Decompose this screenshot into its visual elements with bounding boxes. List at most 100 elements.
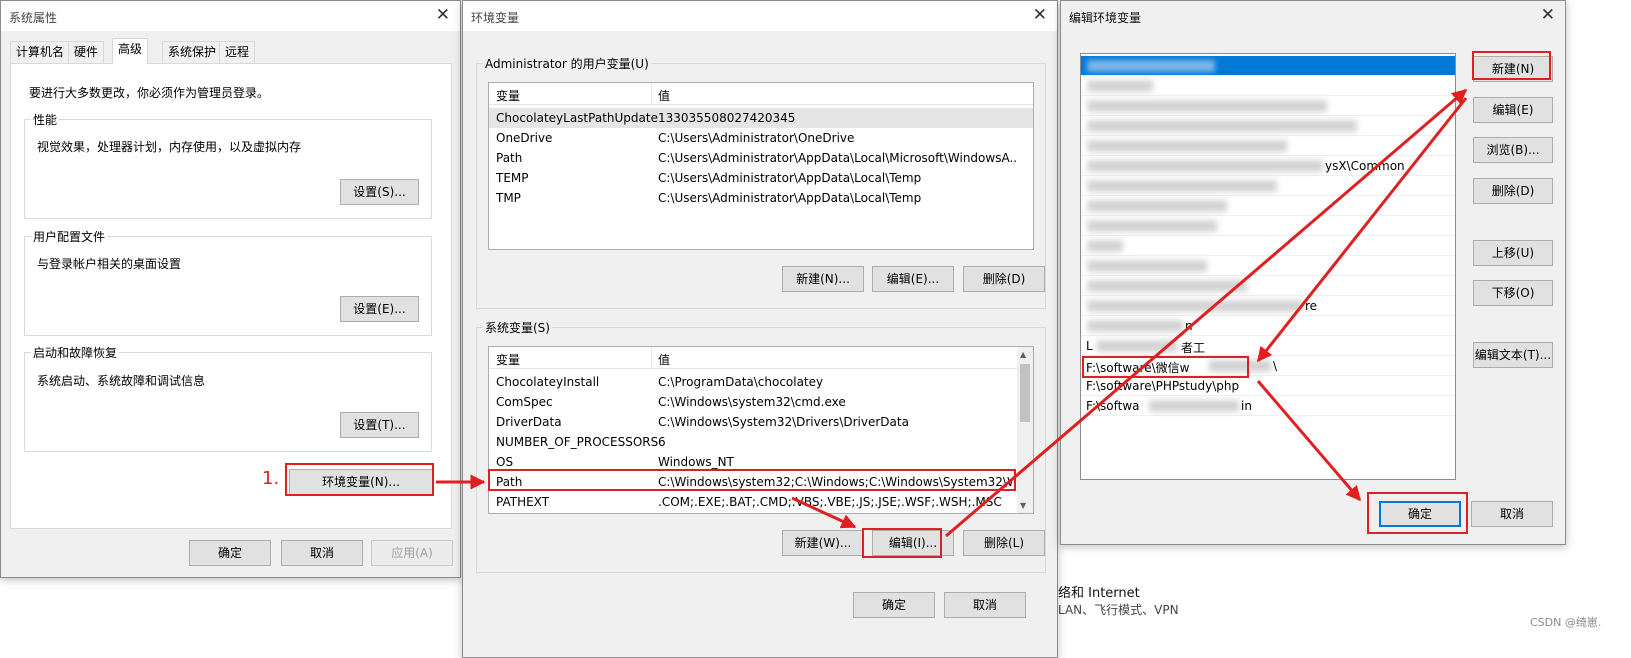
variable-name: ChocolateyInstall: [496, 375, 600, 389]
redacted-text: [1087, 300, 1303, 312]
system-delete-button[interactable]: 删除(L): [963, 530, 1045, 556]
user-profile-label: 用户配置文件: [31, 228, 108, 245]
table-row[interactable]: TMP C:\Users\Administrator\AppData\Local…: [489, 188, 1033, 208]
variable-value: C:\Windows\system32\cmd.exe: [658, 395, 846, 409]
scroll-down-icon[interactable]: ▼: [1020, 501, 1026, 510]
list-item[interactable]: [1081, 276, 1455, 296]
close-icon[interactable]: ✕: [436, 5, 450, 25]
redacted-text: [1087, 100, 1327, 112]
column-divider[interactable]: [651, 83, 652, 105]
column-value[interactable]: 值: [658, 87, 670, 104]
user-new-button[interactable]: 新建(N)...: [782, 266, 864, 292]
variable-name: OS: [496, 455, 514, 469]
list-item[interactable]: [1081, 236, 1455, 256]
cancel-button[interactable]: 取消: [281, 540, 363, 566]
vertical-scrollbar[interactable]: ▲ ▼: [1017, 347, 1033, 513]
scrollbar-thumb[interactable]: [1020, 364, 1030, 422]
user-variables-list[interactable]: 变量 值 ChocolateyLastPathUpdate 1330355080…: [488, 82, 1034, 250]
table-row[interactable]: ChocolateyInstall C:\ProgramData\chocola…: [489, 372, 1033, 392]
list-item[interactable]: [1081, 56, 1455, 76]
startup-settings-button[interactable]: 设置(T)...: [340, 412, 419, 438]
ok-button[interactable]: 确定: [189, 540, 271, 566]
cancel-button[interactable]: 取消: [1471, 501, 1553, 527]
list-item[interactable]: [1081, 196, 1455, 216]
list-item[interactable]: [1081, 116, 1455, 136]
path-fragment: re: [1305, 299, 1318, 313]
performance-desc: 视觉效果，处理器计划，内存使用，以及虚拟内存: [37, 140, 302, 154]
path-fragment: ysX\Common: [1325, 159, 1405, 173]
redacted-text: [1087, 320, 1183, 332]
edit-text-button[interactable]: 编辑文本(T)...: [1473, 342, 1553, 368]
table-row[interactable]: PATHEXT .COM;.EXE;.BAT;.CMD;.VBS;.VBE;.J…: [489, 492, 1033, 512]
variable-name: TMP: [496, 191, 521, 205]
table-row[interactable]: ChocolateyLastPathUpdate 133035508027420…: [489, 108, 1033, 128]
list-item[interactable]: [1081, 176, 1455, 196]
list-item[interactable]: ysX\Common: [1081, 156, 1455, 176]
tab-system-protection[interactable]: 系统保护: [162, 41, 223, 63]
tab-computer-name[interactable]: 计算机名: [10, 41, 71, 63]
column-variable[interactable]: 变量: [496, 351, 520, 368]
variable-name: Path: [496, 151, 523, 165]
system-properties-window: 系统属性 ✕ 计算机名 硬件 高级 系统保护 远程 要进行大多数更改，你必须作为…: [0, 0, 461, 578]
table-row[interactable]: OneDrive C:\Users\Administrator\OneDrive: [489, 128, 1033, 148]
user-profile-desc: 与登录帐户相关的桌面设置: [37, 257, 182, 271]
user-delete-button[interactable]: 删除(D): [963, 266, 1045, 292]
list-item[interactable]: [1081, 76, 1455, 96]
close-icon[interactable]: ✕: [1033, 5, 1047, 25]
list-item[interactable]: [1081, 256, 1455, 276]
variable-value: C:\Users\Administrator\AppData\Local\Tem…: [658, 171, 922, 185]
list-item[interactable]: n: [1081, 316, 1455, 336]
list-item[interactable]: [1081, 136, 1455, 156]
column-divider[interactable]: [651, 347, 652, 369]
environment-variables-window: 环境变量 ✕ Administrator 的用户变量(U) 变量 值 Choco…: [462, 0, 1058, 658]
column-variable[interactable]: 变量: [496, 87, 520, 104]
variable-value: C:\Windows\System32\Drivers\DriverData: [658, 415, 909, 429]
list-item[interactable]: F:\softwa in: [1081, 396, 1455, 416]
move-down-button[interactable]: 下移(O): [1473, 280, 1553, 306]
system-variables-list[interactable]: 变量 值 ChocolateyInstall C:\ProgramData\ch…: [488, 346, 1034, 514]
env-titlebar: 环境变量 ✕: [463, 1, 1057, 31]
tab-advanced[interactable]: 高级: [112, 38, 149, 64]
table-row[interactable]: OS Windows_NT: [489, 452, 1033, 472]
delete-entry-button[interactable]: 删除(D): [1473, 178, 1553, 204]
table-row[interactable]: Path C:\Windows\system32;C:\Windows;C:\W…: [489, 472, 1033, 492]
path-fragment: \: [1273, 359, 1278, 373]
table-row[interactable]: DriverData C:\Windows\System32\Drivers\D…: [489, 412, 1033, 432]
new-entry-button[interactable]: 新建(N): [1473, 56, 1553, 82]
close-icon[interactable]: ✕: [1541, 5, 1555, 25]
scroll-up-icon[interactable]: ▲: [1020, 350, 1026, 359]
column-value[interactable]: 值: [658, 351, 670, 368]
list-item[interactable]: F:\software\PHPstudy\php: [1081, 376, 1455, 396]
environment-variables-button[interactable]: 环境变量(N)...: [289, 469, 433, 495]
variable-name: PATHEXT: [496, 495, 550, 509]
user-edit-button[interactable]: 编辑(E)...: [872, 266, 954, 292]
system-new-button[interactable]: 新建(W)...: [782, 530, 864, 556]
variable-value: C:\Users\Administrator\AppData\Local\Mic…: [658, 151, 1018, 165]
move-up-button[interactable]: 上移(U): [1473, 240, 1553, 266]
user-profile-settings-button[interactable]: 设置(E)...: [340, 296, 419, 322]
list-item[interactable]: L 者工: [1081, 336, 1455, 356]
redacted-text: [1097, 340, 1177, 352]
ok-button[interactable]: 确定: [853, 592, 935, 618]
list-item[interactable]: re: [1081, 296, 1455, 316]
table-row[interactable]: TEMP C:\Users\Administrator\AppData\Loca…: [489, 168, 1033, 188]
edit-entry-button[interactable]: 编辑(E): [1473, 97, 1553, 123]
performance-settings-button[interactable]: 设置(S)...: [340, 179, 419, 205]
system-edit-button[interactable]: 编辑(I)...: [872, 530, 954, 556]
path-entries-list[interactable]: ysX\Common re n L 者工 F:\software\微信w \ F…: [1080, 53, 1456, 480]
browse-button[interactable]: 浏览(B)...: [1473, 137, 1553, 163]
variable-name: TEMP: [496, 171, 529, 185]
redacted-text: [1209, 360, 1271, 372]
table-row[interactable]: NUMBER_OF_PROCESSORS 6: [489, 432, 1033, 452]
table-row[interactable]: Path C:\Users\Administrator\AppData\Loca…: [489, 148, 1033, 168]
tab-hardware[interactable]: 硬件: [68, 41, 105, 63]
redacted-text: [1087, 60, 1215, 72]
list-item[interactable]: [1081, 96, 1455, 116]
list-item[interactable]: [1081, 216, 1455, 236]
cancel-button[interactable]: 取消: [944, 592, 1026, 618]
tab-remote[interactable]: 远程: [219, 41, 256, 63]
list-item[interactable]: F:\software\微信w \: [1081, 356, 1455, 376]
table-row[interactable]: ComSpec C:\Windows\system32\cmd.exe: [489, 392, 1033, 412]
network-settings-subtitle: LAN、飞行模式、VPN: [1058, 603, 1179, 617]
ok-button[interactable]: 确定: [1379, 501, 1461, 527]
